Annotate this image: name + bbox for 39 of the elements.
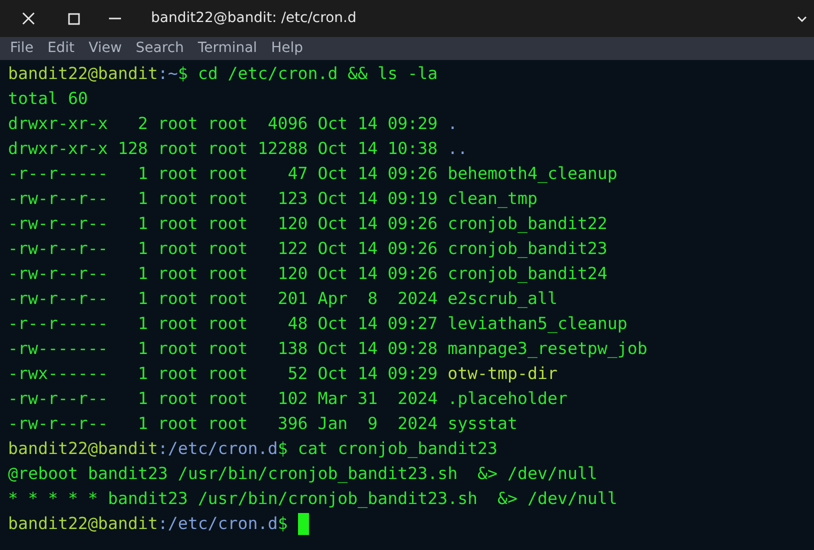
menu-item[interactable]: Edit [43, 38, 79, 59]
terminal-text: $ cat cronjob_bandit23 [278, 438, 498, 460]
directory-name: .. [448, 138, 468, 160]
terminal-text: -rw-r--r-- 1 root root 201 Apr 8 2024 e2scrub_all [8, 288, 558, 310]
window-title: bandit22@bandit: /etc/cron.d [151, 9, 356, 28]
menu-item[interactable]: View [84, 38, 126, 59]
menu-item[interactable]: File [6, 38, 38, 59]
terminal-text: $ [278, 513, 289, 535]
terminal-text: -rw-r--r-- 1 root root 123 Oct 14 09:19 clean_tmp [8, 188, 538, 210]
prompt-host: bandit22@bandit [8, 63, 158, 85]
terminal-text: @reboot bandit23 /usr/bin/cronjob_bandit23.sh &> /dev/null [8, 463, 598, 485]
prompt-host: bandit22@bandit [8, 513, 158, 535]
terminal-text: -r--r----- 1 root root 47 Oct 14 09:26 behemoth4_cleanup [8, 163, 618, 185]
menu-item[interactable]: Terminal [194, 38, 262, 59]
directory-name: . [448, 113, 458, 135]
prompt-path: :/etc/cron.d [158, 513, 278, 535]
terminal-text: drwxr-xr-x 128 root root 12288 Oct 14 10:38 [8, 138, 439, 160]
close-icon [22, 12, 34, 25]
menu-item[interactable]: Help [267, 38, 307, 59]
prompt-path: :/etc/cron.d [158, 438, 278, 460]
menu-item[interactable]: Search [132, 38, 188, 59]
executable-name: otw-tmp-dir [448, 363, 558, 385]
prompt-path: :~ [158, 63, 178, 85]
terminal-text: total 60 [8, 88, 88, 110]
terminal-text: -rw-r--r-- 1 root root 122 Oct 14 09:26 cronjob_bandit23 [8, 238, 608, 260]
terminal-text: -rw-r--r-- 1 root root 120 Oct 14 09:26 cronjob_bandit22 [8, 213, 608, 235]
terminal-text: -rwx------ 1 root root 52 Oct 14 09:29 [8, 363, 439, 385]
terminal-text: * * * * * bandit23 /usr/bin/cronjob_bandit23.sh &> /dev/null [8, 488, 618, 510]
terminal-text: drwxr-xr-x 2 root root 4096 Oct 14 09:29 [8, 113, 439, 135]
terminal-text: -rw-r--r-- 1 root root 102 Mar 31 2024 .placeholder [8, 388, 568, 410]
maximize-icon [68, 12, 80, 24]
chevron-down-icon [797, 16, 807, 22]
minimize-icon [109, 17, 121, 20]
terminal-text: -rw------- 1 root root 138 Oct 14 09:28 manpage3_resetpw_job [8, 338, 648, 360]
terminal-text: -rw-r--r-- 1 root root 120 Oct 14 09:26 cronjob_bandit24 [8, 263, 608, 285]
terminal-text: -rw-r--r-- 1 root root 396 Jan 9 2024 sysstat [8, 413, 518, 435]
prompt-host: bandit22@bandit [8, 438, 158, 460]
terminal-text: $ cd /etc/cron.d && ls -la [178, 63, 438, 85]
terminal-text: -r--r----- 1 root root 48 Oct 14 09:27 leviathan5_cleanup [8, 313, 628, 335]
